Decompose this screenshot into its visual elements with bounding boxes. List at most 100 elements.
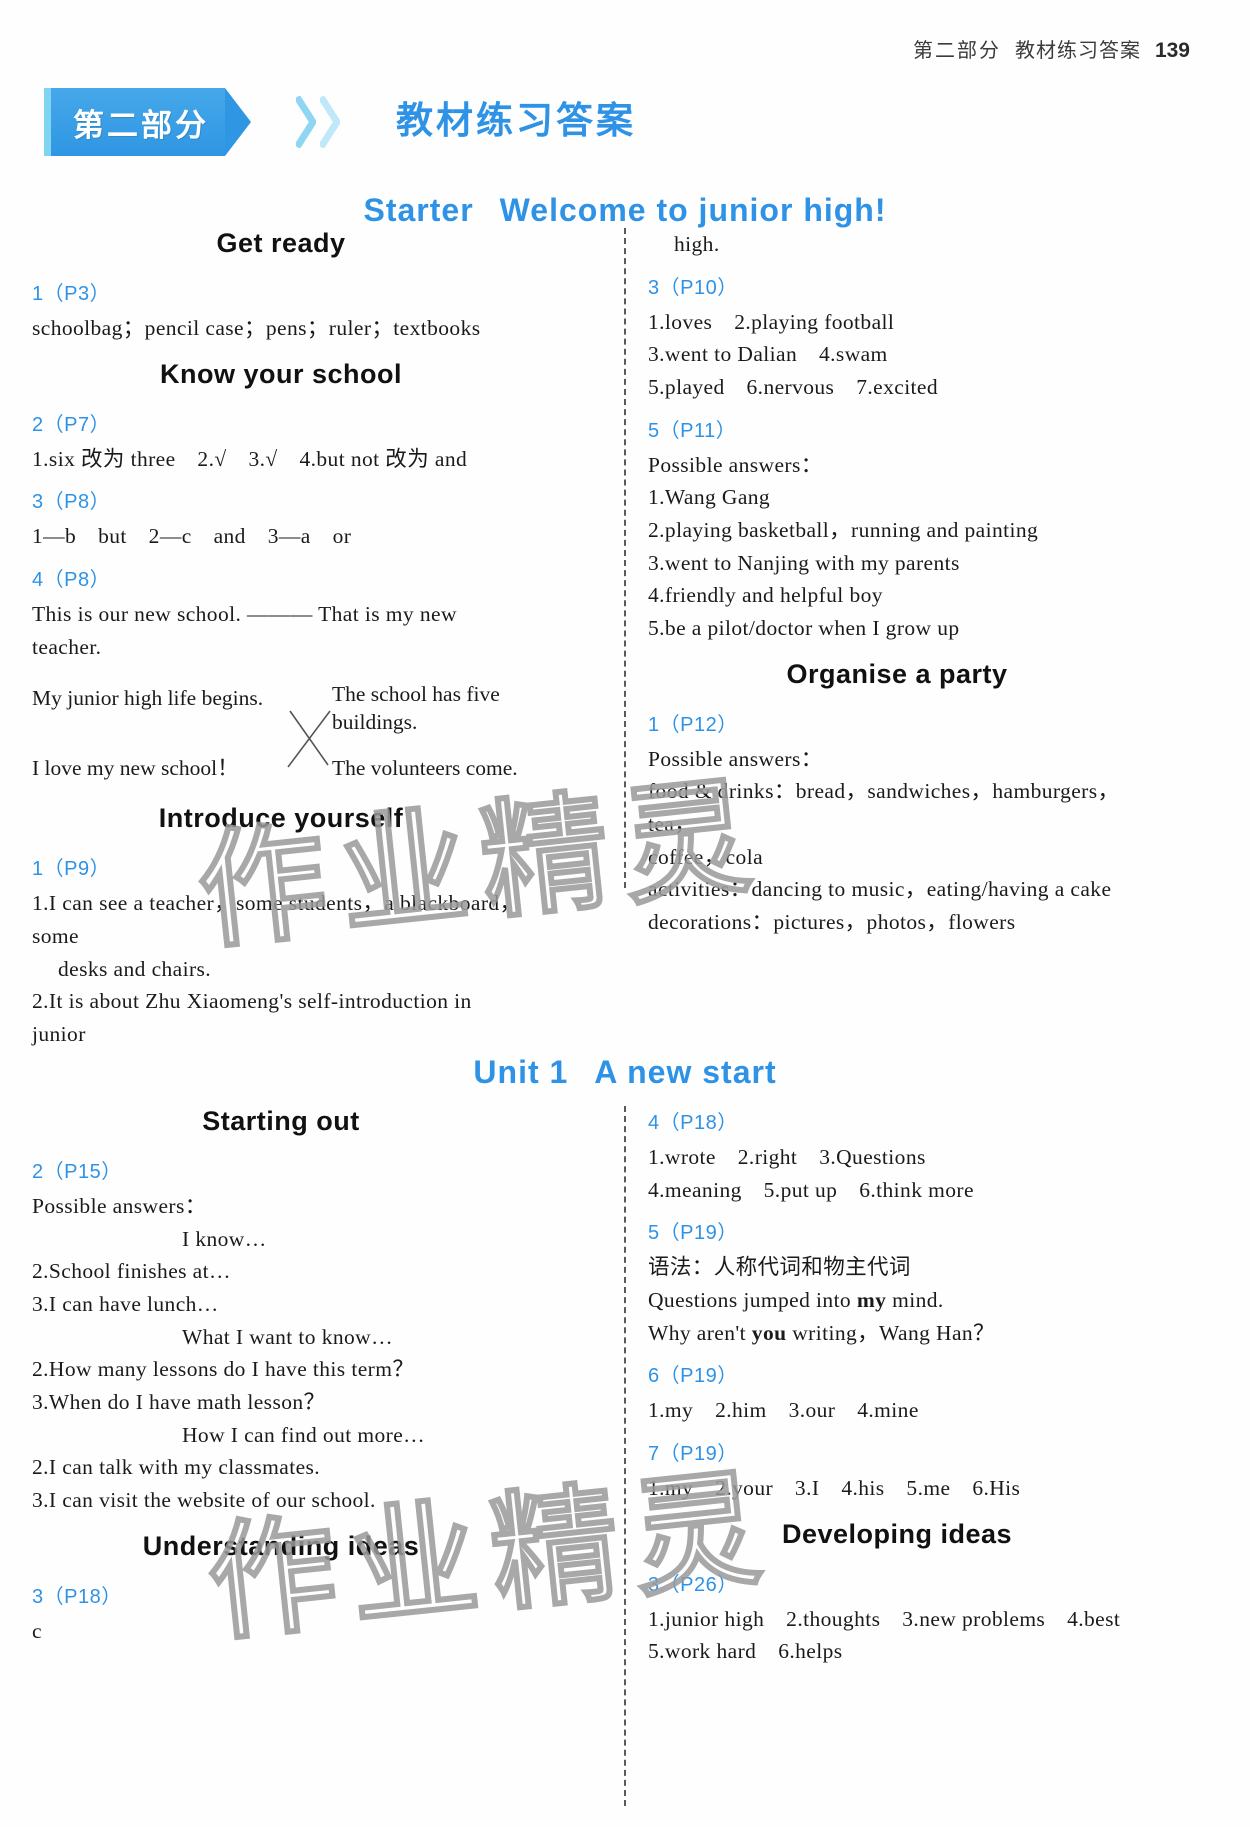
running-header-part: 第二部分 — [912, 40, 1001, 62]
answer-4-p18-line2: 4.meaning 5.put up 6.think more — [648, 1177, 974, 1202]
answer-4-p8-line1: This is our new school. ——— That is my n… — [32, 602, 463, 659]
answer-3-p10-line2: 3.went to Dalian 4.swam — [648, 342, 888, 367]
answer-3-p10-line3: 5.played 6.nervous 7.excited — [648, 375, 939, 400]
match-right-item-2: The volunteers come. — [332, 756, 518, 781]
answer-2-p15-know-3: 3.I can have lunch… — [32, 1292, 219, 1317]
column-divider — [624, 1106, 626, 1806]
page-number: 139 — [1154, 39, 1190, 62]
chevron-right-icon — [296, 96, 316, 148]
match-left-item-2: I love my new school！ — [32, 756, 239, 781]
answer-5-p11-1: 1.Wang Gang — [648, 485, 771, 510]
ribbon-arrow-tip — [225, 88, 251, 156]
answer-6-p19: 1.my 2.him 3.our 4.mine — [648, 1398, 919, 1423]
answer-1-p9-line1: 1.I can see a teacher，some students，a bl… — [32, 891, 522, 949]
possible-answers-label-p11: Possible answers： — [648, 452, 823, 477]
answer-5-p11-2: 2.playing basketball，running and paintin… — [648, 518, 1039, 543]
answer-1-p9-line3: 2.It is about Zhu Xiaomeng's self-introd… — [32, 989, 478, 1047]
starter-unit-title: Starter Welcome to junior high! — [0, 192, 1250, 229]
ribbon-body: 第二部分 — [51, 88, 225, 156]
section-heading-introduce-yourself: Introduce yourself — [158, 803, 404, 834]
left-column-starter: Get ready 1（P3） schoolbag；pencil case；pe… — [32, 228, 530, 1051]
section-heading-know-your-school: Know your school — [159, 358, 402, 389]
question-label-2-p7: 2（P7） — [32, 413, 111, 436]
answer-1-p12-1: food & drinks：bread，sandwiches，hamburger… — [648, 779, 1120, 837]
answer-1-p12-4: decorations：pictures，photos，flowers — [648, 910, 1016, 935]
answer-1-p12-3: activities：dancing to music，eating/havin… — [648, 877, 1112, 902]
starter-label: Starter — [363, 192, 474, 228]
answer-5-p11-4: 4.friendly and helpful boy — [648, 583, 883, 608]
match-left-item-1: My junior high life begins. — [32, 686, 264, 711]
section-heading-developing-ideas: Developing ideas — [781, 1518, 1013, 1549]
right-column-unit1: 4（P18） 1.wrote 2.right 3.Questions 4.mea… — [648, 1106, 1146, 1668]
answer-2-p15-know-2: 2.School finishes at… — [32, 1259, 231, 1284]
answer-2-p15-want-2: 2.How many lessons do I have this term？ — [32, 1357, 415, 1382]
section-heading-get-ready: Get ready — [216, 228, 346, 258]
answer-2-p15-want-3: 3.When do I have math lesson？ — [32, 1390, 326, 1415]
section-heading-organise-a-party: Organise a party — [786, 658, 1008, 689]
answer-continuation-high: high. — [674, 232, 720, 256]
chevron-right-icon — [320, 96, 340, 148]
unit1-title: Unit 1 A new start — [0, 1054, 1250, 1091]
grammar-note-5-p19: 语法：人称代词和物主代词 — [648, 1255, 911, 1280]
question-label-4-p18: 4（P18） — [648, 1112, 738, 1134]
starter-name: Welcome to junior high! — [499, 192, 887, 228]
answer-5-p11-5: 5.be a pilot/doctor when I grow up — [648, 616, 960, 641]
question-label-3-p26: 3（P26） — [648, 1573, 738, 1596]
sentence2-part3: writing，Wang Han？ — [786, 1320, 995, 1345]
answer-heading-what-i-want-to-know: What I want to know… — [182, 1324, 394, 1349]
sentence1-part1: Questions jumped into — [648, 1288, 857, 1313]
match-right-item-1: The school has five buildings. — [332, 682, 500, 735]
answer-4-p18-line1: 1.wrote 2.right 3.Questions — [648, 1145, 926, 1169]
question-label-3-p18: 3（P18） — [32, 1585, 122, 1608]
answer-2-p7: 1.six 改为 three 2.√ 3.√ 4.but not 改为 and — [32, 446, 468, 471]
possible-answers-label-p12: Possible answers： — [648, 746, 823, 771]
answer-3-p26-line2: 5.work hard 6.helps — [648, 1639, 843, 1664]
ribbon-left-edge — [44, 88, 51, 156]
question-label-3-p8: 3（P8） — [32, 491, 111, 514]
ribbon-shape: 第二部分 — [44, 88, 251, 156]
possible-answers-label-p15: Possible answers： — [32, 1194, 207, 1218]
answer-3-p26-line1: 1.junior high 2.thoughts 3.new problems … — [648, 1606, 1121, 1631]
answer-heading-i-know: I know… — [182, 1226, 267, 1251]
sentence1-part3: mind. — [886, 1288, 944, 1313]
answer-3-p10-line1: 1.loves 2.playing football — [648, 309, 895, 334]
ribbon-label: 第二部分 — [73, 107, 209, 143]
sentence2-part1: Why aren't — [648, 1320, 752, 1345]
part-banner: 第二部分 教材练习答案 — [44, 88, 1204, 158]
sentence1-bold-word: my — [856, 1288, 887, 1313]
question-label-7-p19: 7（P19） — [648, 1443, 738, 1466]
sentence2-bold-word: you — [751, 1320, 787, 1345]
section-heading-understanding-ideas: Understanding ideas — [142, 1530, 420, 1561]
answer-2-p15-find-2: 2.I can talk with my classmates. — [32, 1455, 321, 1480]
unit1-name: A new start — [594, 1054, 777, 1090]
question-label-1-p3: 1（P3） — [32, 283, 111, 305]
answer-3-p18: c — [32, 1618, 42, 1643]
column-divider — [624, 228, 626, 888]
question-label-1-p9: 1（P9） — [32, 858, 111, 881]
question-label-2-p15: 2（P15） — [32, 1161, 122, 1183]
answer-3-p8: 1—b but 2—c and 3—a or — [32, 524, 352, 549]
question-label-6-p19: 6（P19） — [648, 1365, 738, 1388]
answer-1-p3: schoolbag；pencil case；pens；ruler；textboo… — [32, 316, 481, 340]
question-label-3-p10: 3（P10） — [648, 276, 738, 299]
answer-heading-how-i-can-find-out-more: How I can find out more… — [182, 1422, 426, 1447]
answer-7-p19: 1.my 2.your 3.I 4.his 5.me 6.His — [648, 1476, 1021, 1501]
answer-5-p11-3: 3.went to Nanjing with my parents — [648, 550, 960, 575]
answer-1-p9-line2: desks and chairs. — [58, 956, 212, 981]
answer-1-p12-2: coffee，cola — [648, 844, 764, 869]
question-label-5-p11: 5（P11） — [648, 419, 737, 442]
answer-key-page: 第二部分 教材练习答案 139 第二部分 教材练习答案 Starter Welco… — [0, 0, 1250, 1827]
unit1-label: Unit 1 — [473, 1054, 569, 1090]
answer-5-p19-sentence-1: Questions jumped into my mind. — [648, 1284, 1146, 1317]
answer-2-p15-find-3: 3.I can visit the website of our school. — [32, 1488, 376, 1513]
question-label-5-p19: 5（P19） — [648, 1222, 738, 1245]
left-column-unit1: Starting out 2（P15） Possible answers： I … — [32, 1106, 530, 1647]
question-label-1-p12: 1（P12） — [648, 713, 738, 736]
running-header: 第二部分 教材练习答案 139 — [913, 34, 1190, 63]
question-label-4-p8: 4（P8） — [32, 569, 111, 592]
right-column-starter: high. 3（P10） 1.loves 2.playing football … — [648, 228, 1146, 939]
running-header-title: 教材练习答案 — [1014, 40, 1141, 62]
answer-5-p19-sentence-2: Why aren't you writing，Wang Han？ — [648, 1317, 1146, 1350]
banner-title: 教材练习答案 — [396, 100, 636, 141]
matching-exercise-4-p8: My junior high life begins. I love my ne… — [32, 681, 530, 793]
